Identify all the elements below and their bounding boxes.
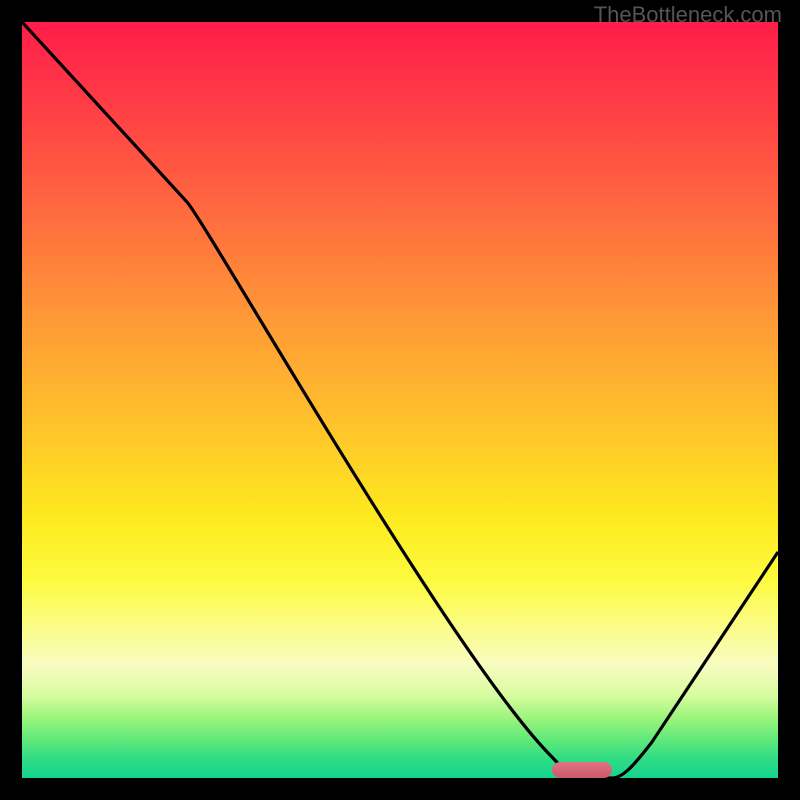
chart-curve [22, 22, 778, 778]
bottleneck-curve-path [22, 22, 778, 778]
chart-frame [22, 22, 778, 778]
watermark-text: TheBottleneck.com [594, 2, 782, 28]
